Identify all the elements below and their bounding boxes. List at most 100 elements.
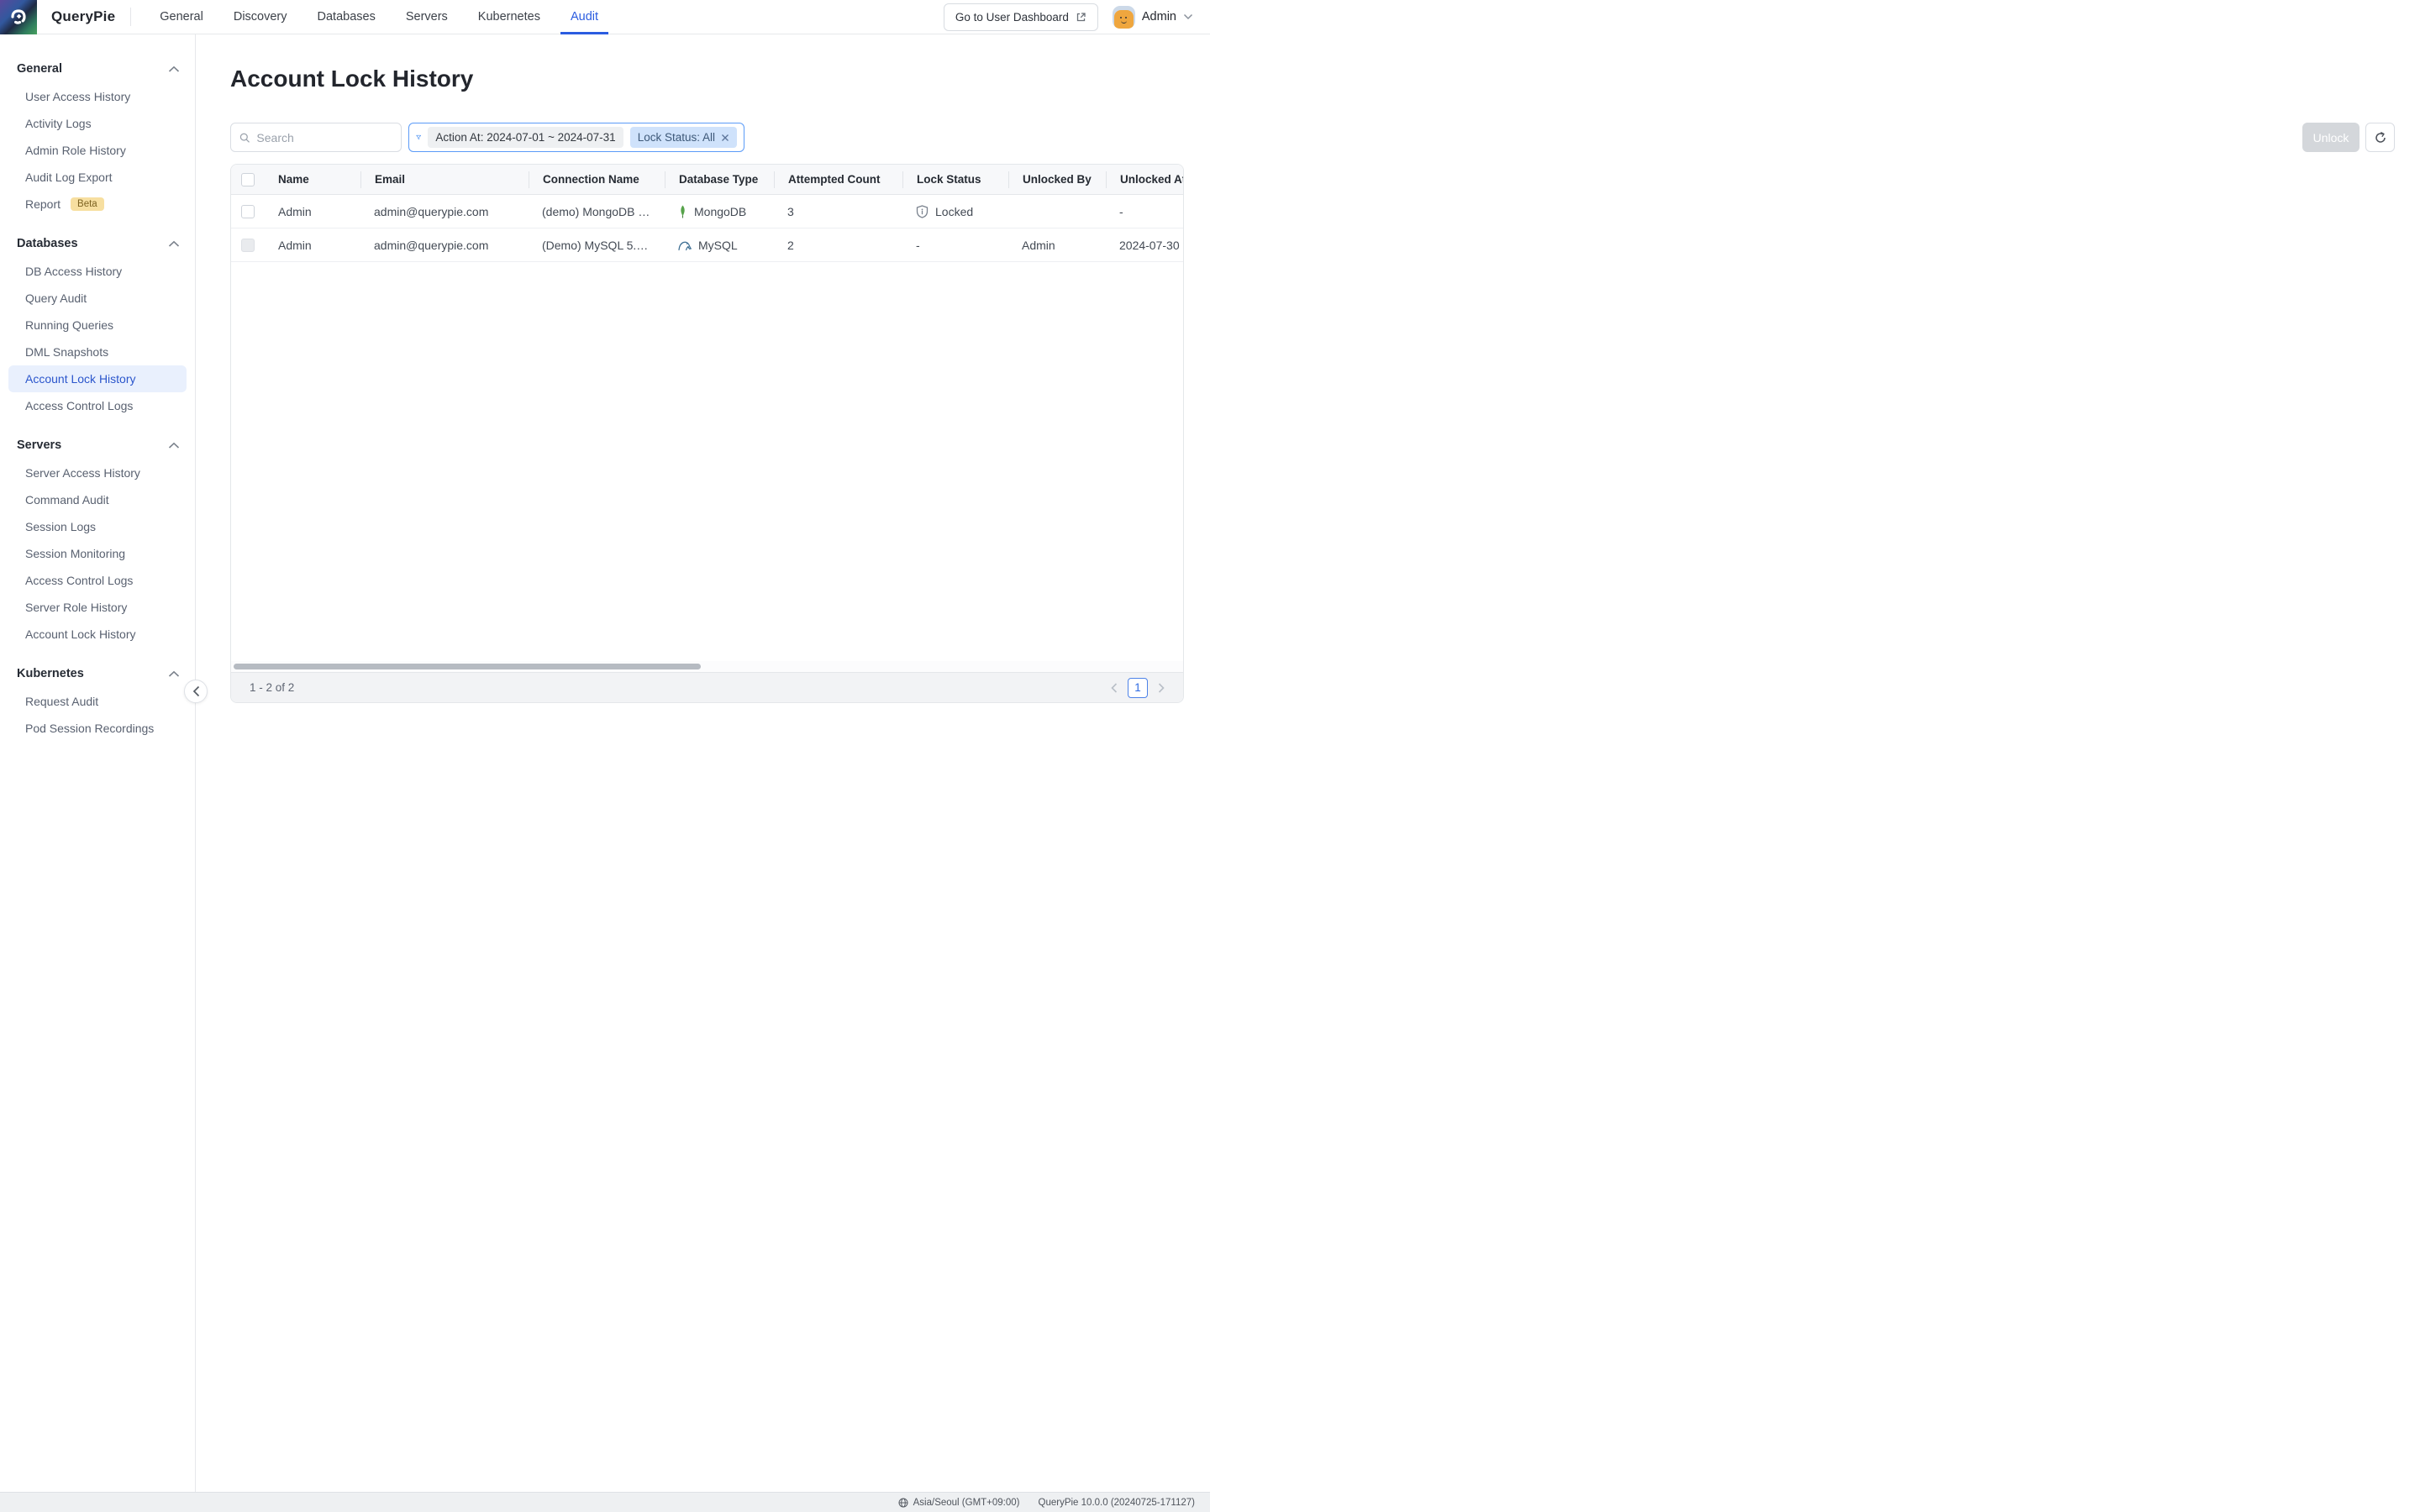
sidebar-item-server-access-history[interactable]: Server Access History bbox=[8, 459, 187, 486]
chevron-up-icon bbox=[168, 66, 180, 73]
column-header-email[interactable]: Email bbox=[360, 171, 529, 188]
sidebar-item-running-queries[interactable]: Running Queries bbox=[8, 312, 187, 339]
main-nav: General Discovery Databases Servers Kube… bbox=[145, 0, 613, 34]
row-range-text: 1 - 2 of 2 bbox=[250, 681, 294, 694]
select-all-checkbox[interactable] bbox=[241, 173, 255, 186]
sidebar-item-pod-session-recordings[interactable]: Pod Session Recordings bbox=[8, 715, 187, 742]
filter-chip-action-at[interactable]: Action At: 2024-07-01 ~ 2024-07-31 bbox=[428, 127, 623, 148]
unlock-button[interactable]: Unlock bbox=[2302, 123, 2360, 152]
sidebar-header-general[interactable]: General bbox=[0, 55, 195, 83]
sidebar-item-access-control-logs-server[interactable]: Access Control Logs bbox=[8, 567, 187, 594]
sidebar-item-server-role-history[interactable]: Server Role History bbox=[8, 594, 187, 621]
sidebar-item-command-audit[interactable]: Command Audit bbox=[8, 486, 187, 513]
chevron-up-icon bbox=[168, 670, 180, 678]
sidebar-header-databases[interactable]: Databases bbox=[0, 229, 195, 258]
row-checkbox[interactable] bbox=[241, 205, 255, 218]
shield-lock-icon bbox=[916, 205, 929, 218]
search-box bbox=[230, 123, 402, 152]
querypie-logo-icon bbox=[9, 8, 28, 26]
querypie-logo[interactable] bbox=[0, 0, 37, 34]
nav-item-general[interactable]: General bbox=[150, 0, 213, 34]
avatar bbox=[1113, 6, 1135, 29]
table-empty-area bbox=[231, 262, 1183, 661]
sidebar-section-general: General User Access History Activity Log… bbox=[0, 55, 195, 218]
table-row[interactable]: Admin admin@querypie.com (Demo) MySQL 5.… bbox=[231, 228, 1183, 262]
search-icon bbox=[239, 132, 250, 144]
sidebar-item-access-control-logs-db[interactable]: Access Control Logs bbox=[8, 392, 187, 419]
account-lock-table: Name Email Connection Name Database Type… bbox=[230, 164, 1184, 703]
next-page-button[interactable] bbox=[1158, 683, 1165, 693]
sidebar-collapse-button[interactable] bbox=[184, 680, 208, 703]
sidebar-item-audit-log-export[interactable]: Audit Log Export bbox=[8, 164, 187, 191]
brand-wordmark: QueryPie bbox=[51, 8, 115, 25]
prev-page-button[interactable] bbox=[1111, 683, 1118, 693]
sidebar-section-kubernetes: Kubernetes Request Audit Pod Session Rec… bbox=[0, 659, 195, 742]
sidebar-item-session-monitoring[interactable]: Session Monitoring bbox=[8, 540, 187, 567]
horizontal-scrollbar bbox=[231, 661, 1183, 672]
lock-status-text: Locked bbox=[935, 205, 973, 218]
mongodb-icon bbox=[678, 205, 687, 218]
top-bar: QueryPie General Discovery Databases Ser… bbox=[0, 0, 1210, 34]
column-header-unlocked-at[interactable]: Unlocked At bbox=[1106, 171, 1183, 188]
chevron-right-icon bbox=[1158, 683, 1165, 693]
go-to-user-dashboard-button[interactable]: Go to User Dashboard bbox=[944, 3, 1098, 31]
column-header-name[interactable]: Name bbox=[265, 171, 360, 188]
refresh-button[interactable] bbox=[2365, 123, 2395, 152]
filter-box[interactable]: Action At: 2024-07-01 ~ 2024-07-31 Lock … bbox=[408, 123, 744, 152]
filter-chip-lock-status[interactable]: Lock Status: All bbox=[630, 127, 737, 148]
sidebar-section-databases: Databases DB Access History Query Audit … bbox=[0, 229, 195, 419]
column-header-lock-status[interactable]: Lock Status bbox=[902, 171, 1008, 188]
column-header-attempted-count[interactable]: Attempted Count bbox=[774, 171, 902, 188]
nav-item-kubernetes[interactable]: Kubernetes bbox=[468, 0, 550, 34]
external-link-icon bbox=[1076, 12, 1086, 23]
main-content: Account Lock History Action At: 2024-07-… bbox=[196, 34, 2420, 1492]
chevron-up-icon bbox=[168, 442, 180, 449]
chevron-left-icon bbox=[192, 685, 200, 697]
chevron-left-icon bbox=[1111, 683, 1118, 693]
sidebar-section-servers: Servers Server Access History Command Au… bbox=[0, 431, 195, 648]
page-number-button[interactable]: 1 bbox=[1128, 678, 1148, 698]
sidebar-item-activity-logs[interactable]: Activity Logs bbox=[8, 110, 187, 137]
horizontal-scrollbar-thumb[interactable] bbox=[234, 664, 701, 669]
version-text: QueryPie 10.0.0 (20240725-171127) bbox=[1039, 1498, 1195, 1508]
sidebar-item-session-logs[interactable]: Session Logs bbox=[8, 513, 187, 540]
column-header-database-type[interactable]: Database Type bbox=[665, 171, 774, 188]
sidebar-item-request-audit[interactable]: Request Audit bbox=[8, 688, 187, 715]
filter-funnel-icon bbox=[416, 131, 421, 144]
sidebar-item-db-access-history[interactable]: DB Access History bbox=[8, 258, 187, 285]
sidebar-item-admin-role-history[interactable]: Admin Role History bbox=[8, 137, 187, 164]
table-row[interactable]: Admin admin@querypie.com (demo) MongoDB … bbox=[231, 195, 1183, 228]
column-header-unlocked-by[interactable]: Unlocked By bbox=[1008, 171, 1106, 188]
nav-divider bbox=[130, 8, 131, 26]
sidebar-item-query-audit[interactable]: Query Audit bbox=[8, 285, 187, 312]
sidebar-item-account-lock-history-db[interactable]: Account Lock History bbox=[8, 365, 187, 392]
sidebar-header-servers[interactable]: Servers bbox=[0, 431, 195, 459]
globe-icon bbox=[898, 1498, 908, 1508]
remove-filter-icon[interactable] bbox=[721, 134, 729, 142]
nav-item-discovery[interactable]: Discovery bbox=[224, 0, 297, 34]
user-name: Admin bbox=[1142, 10, 1176, 24]
mysql-icon bbox=[678, 239, 692, 251]
column-header-connection-name[interactable]: Connection Name bbox=[529, 171, 665, 188]
refresh-icon bbox=[2374, 131, 2387, 144]
nav-item-servers[interactable]: Servers bbox=[396, 0, 458, 34]
search-input[interactable] bbox=[256, 131, 392, 144]
sidebar-header-kubernetes[interactable]: Kubernetes bbox=[0, 659, 195, 688]
user-menu[interactable]: Admin bbox=[1113, 6, 1193, 29]
pagination-bar: 1 - 2 of 2 1 bbox=[231, 672, 1183, 702]
chevron-down-icon bbox=[1183, 13, 1193, 20]
go-to-user-dashboard-label: Go to User Dashboard bbox=[955, 11, 1069, 24]
sidebar-item-report[interactable]: Report Beta bbox=[8, 191, 187, 218]
nav-item-databases[interactable]: Databases bbox=[308, 0, 386, 34]
sidebar-item-dml-snapshots[interactable]: DML Snapshots bbox=[8, 339, 187, 365]
sidebar-item-account-lock-history-server[interactable]: Account Lock History bbox=[8, 621, 187, 648]
toolbar: Action At: 2024-07-01 ~ 2024-07-31 Lock … bbox=[230, 123, 2395, 152]
timezone-indicator: Asia/Seoul (GMT+09:00) bbox=[898, 1498, 1020, 1508]
beta-badge: Beta bbox=[71, 197, 104, 211]
table-header-row: Name Email Connection Name Database Type… bbox=[231, 165, 1183, 195]
nav-item-audit[interactable]: Audit bbox=[560, 0, 608, 34]
sidebar: General User Access History Activity Log… bbox=[0, 34, 196, 1492]
page-title: Account Lock History bbox=[230, 66, 2420, 92]
chevron-up-icon bbox=[168, 240, 180, 248]
sidebar-item-user-access-history[interactable]: User Access History bbox=[8, 83, 187, 110]
